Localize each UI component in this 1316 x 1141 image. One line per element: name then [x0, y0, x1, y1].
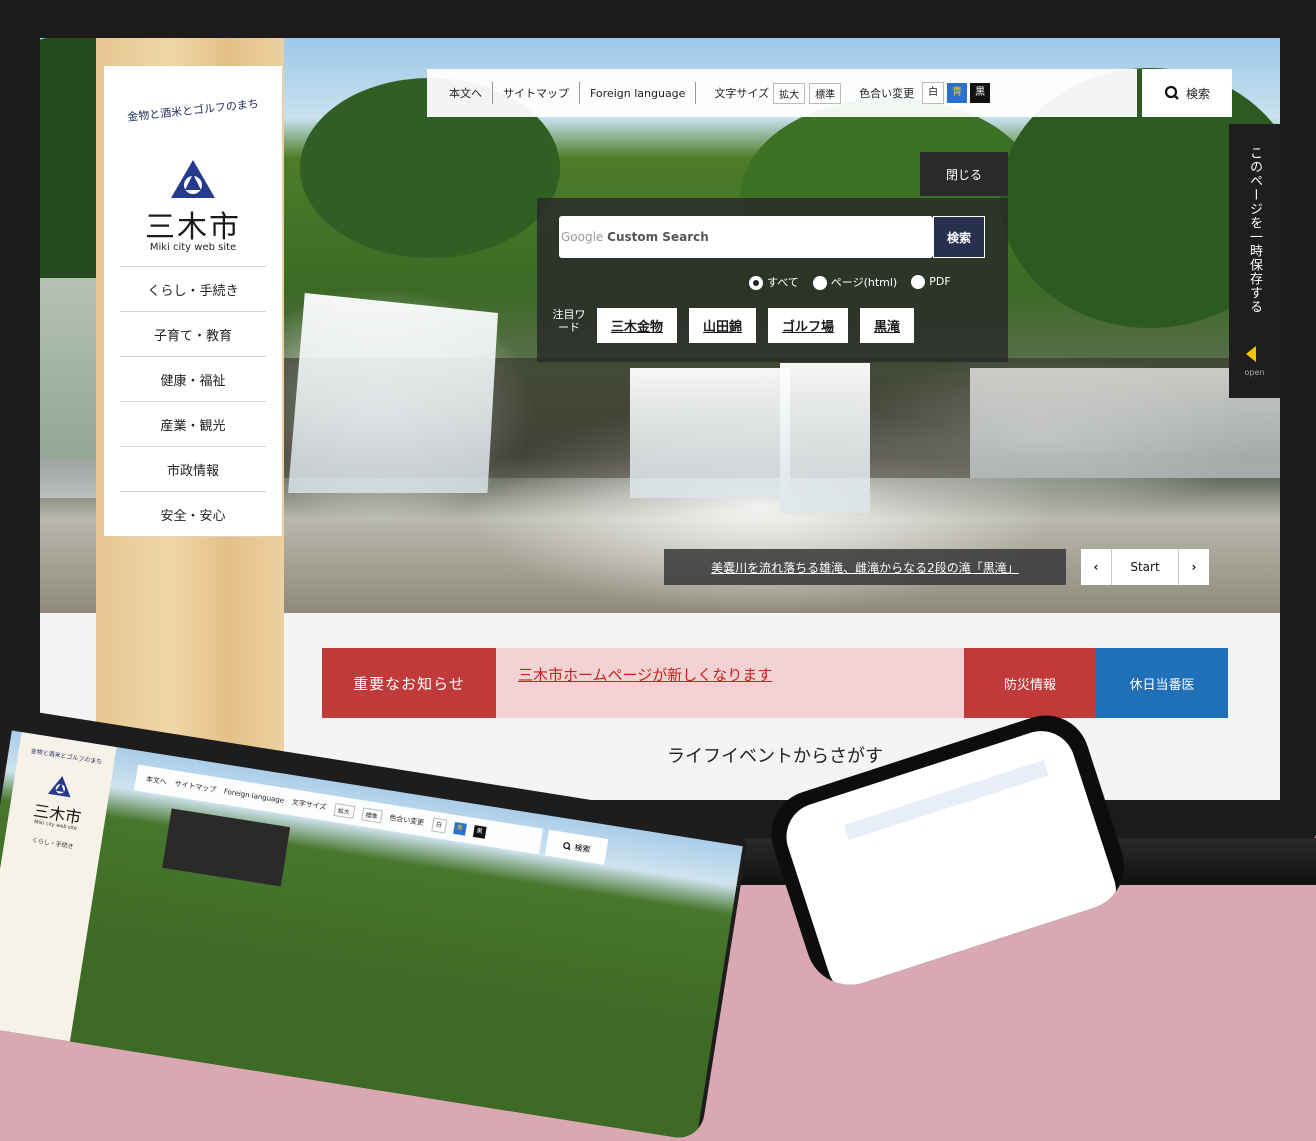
tablet-logo-card: 金物と酒米とゴルフのまち 三木市 Miki city web site くらし・…	[0, 732, 117, 1044]
keyword-label: 注目ワード	[552, 308, 586, 334]
divider	[492, 82, 493, 104]
tablet-motto: 金物と酒米とゴルフのまち	[30, 747, 103, 766]
color-blue-button[interactable]: 青	[947, 83, 968, 103]
save-page-tab[interactable]: このページを一時保存する open	[1229, 124, 1280, 398]
close-search-button[interactable]: 閉じる	[920, 152, 1008, 196]
notice-link[interactable]: 三木市ホームページが新しくなります	[496, 648, 964, 718]
logo-card: 金物と酒米とゴルフのまち 三木市 Miki city web site くらし・…	[104, 66, 282, 537]
search-placeholder: Custom Search	[607, 230, 709, 244]
font-standard-button[interactable]: 標準	[809, 82, 842, 104]
search-scope-radios: すべて ページ(html) PDF	[749, 274, 951, 290]
city-name[interactable]: 三木市	[104, 202, 282, 246]
keyword-button[interactable]: 三木金物	[597, 308, 678, 343]
tablet-color-white: 白	[430, 817, 447, 834]
city-emblem-icon	[47, 776, 71, 798]
radio-unchecked-icon	[812, 276, 827, 290]
monitor-frame: 金物と酒米とゴルフのまち 三木市 Miki city web site くらし・…	[0, 0, 1316, 840]
tablet-nav-item: くらし・手続き	[31, 837, 74, 851]
nav-item-kosodate[interactable]: 子育て・教育	[120, 311, 266, 356]
tablet-foreign-link: Foreign language	[223, 787, 285, 805]
tablet-sitemap-link: サイトマップ	[173, 779, 217, 795]
tablet-color-black: 黒	[472, 824, 487, 839]
tablet-close-panel	[162, 808, 291, 887]
slide-caption-link[interactable]: 美嚢川を流れ落ちる雄滝、雌滝からなる2段の滝「黒滝」	[664, 549, 1066, 585]
radio-html-label: ページ(html)	[830, 276, 898, 289]
search-toggle-button[interactable]: 検索	[1142, 69, 1232, 117]
skip-to-content-link[interactable]: 本文へ	[449, 85, 482, 101]
divider	[579, 82, 580, 104]
utility-toolbar: 本文へ サイトマップ Foreign language 文字サイズ 拡大 標準 …	[427, 69, 1137, 117]
smartphone-header	[843, 760, 1049, 841]
city-subtitle: Miki city web site	[149, 242, 237, 253]
tablet-font-large: 拡大	[333, 802, 355, 819]
foreign-language-link[interactable]: Foreign language	[590, 87, 685, 100]
google-label: Google	[561, 230, 604, 244]
sitemap-link[interactable]: サイトマップ	[503, 85, 569, 101]
search-toggle-label: 検索	[1185, 86, 1210, 101]
tablet-color-blue: 青	[452, 821, 467, 836]
font-size-label: 文字サイズ	[714, 87, 770, 100]
caret-left-icon	[1246, 346, 1256, 362]
nav-item-shisei[interactable]: 市政情報	[120, 446, 266, 491]
font-large-button[interactable]: 拡大	[773, 82, 806, 104]
open-label: open	[1244, 368, 1265, 377]
save-page-label: このページを一時保存する	[1247, 146, 1262, 314]
radio-all[interactable]: すべて	[749, 274, 799, 290]
color-white-button[interactable]: 白	[922, 82, 945, 104]
slider-controls: ‹ Start ›	[1081, 549, 1209, 585]
nav-item-kenko[interactable]: 健康・福祉	[120, 356, 266, 401]
nav-item-sangyo[interactable]: 産業・観光	[120, 401, 266, 446]
next-slide-button[interactable]: ›	[1179, 560, 1209, 574]
keyword-button[interactable]: 黒滝	[860, 308, 915, 343]
tablet-search-button: 検索	[544, 829, 609, 865]
search-panel: Google Custom Search 検索 すべて ページ(html) PD…	[537, 198, 1008, 362]
radio-all-label: すべて	[767, 276, 799, 289]
prev-slide-button[interactable]: ‹	[1081, 560, 1111, 574]
search-icon	[563, 841, 571, 851]
site-motto: 金物と酒米とゴルフのまち	[126, 97, 260, 124]
tablet-search-label: 検索	[573, 842, 592, 854]
search-submit-button[interactable]: 検索	[933, 216, 985, 258]
keyword-list: 三木金物 山田錦 ゴルフ場 黒滝	[597, 308, 915, 343]
radio-pdf[interactable]: PDF	[911, 275, 951, 289]
radio-pdf-label: PDF	[929, 275, 951, 288]
search-icon	[1164, 85, 1179, 100]
disaster-info-button[interactable]: 防災情報	[964, 648, 1096, 718]
tablet-font-standard: 標準	[360, 806, 383, 823]
city-emblem-icon[interactable]	[168, 158, 218, 204]
holiday-doctor-button[interactable]: 休日当番医	[1096, 648, 1228, 718]
notice-label: 重要なお知らせ	[322, 648, 496, 718]
tablet-font-size-label: 文字サイズ	[291, 798, 327, 812]
nav-item-anzen[interactable]: 安全・安心	[120, 491, 266, 537]
search-input[interactable]: Google Custom Search	[559, 216, 933, 258]
tablet-color-label: 色合い変更	[388, 813, 425, 828]
keyword-button[interactable]: 山田錦	[689, 308, 757, 343]
radio-unchecked-icon	[911, 275, 926, 289]
divider	[695, 82, 697, 104]
global-nav: くらし・手続き 子育て・教育 健康・福祉 産業・観光 市政情報 安全・安心	[120, 266, 266, 537]
slider-start-button[interactable]: Start	[1111, 549, 1179, 585]
nav-item-kurashi[interactable]: くらし・手続き	[120, 266, 266, 311]
tablet-skip-link: 本文へ	[145, 775, 168, 787]
radio-html[interactable]: ページ(html)	[812, 274, 898, 290]
radio-checked-icon	[749, 276, 763, 290]
color-change-label: 色合い変更	[859, 87, 915, 100]
color-black-button[interactable]: 黒	[970, 83, 991, 103]
browser-screen: 金物と酒米とゴルフのまち 三木市 Miki city web site くらし・…	[40, 38, 1280, 800]
important-notice-bar: 重要なお知らせ 三木市ホームページが新しくなります 防災情報 休日当番医	[322, 648, 1228, 718]
keyword-button[interactable]: ゴルフ場	[768, 308, 849, 343]
